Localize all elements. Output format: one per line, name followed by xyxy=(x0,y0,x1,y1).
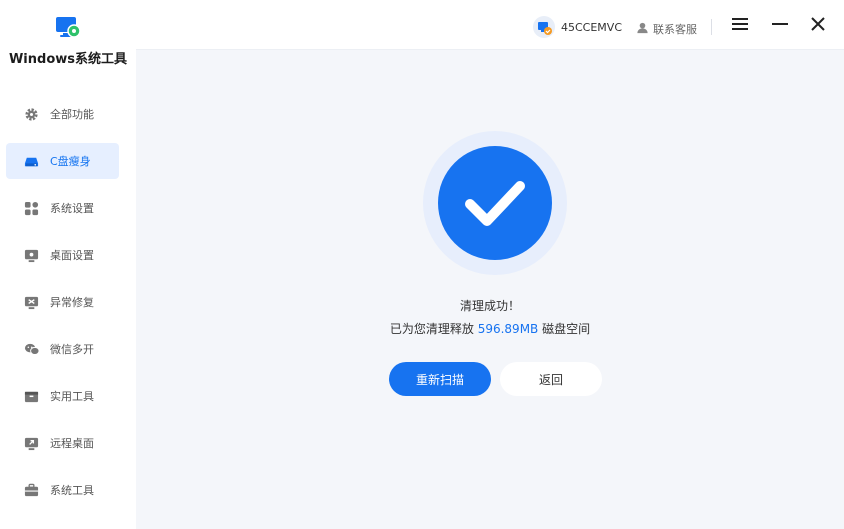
sidebar-item-desktop-settings[interactable]: 桌面设置 xyxy=(6,237,119,273)
menu-icon xyxy=(732,16,748,35)
sidebar-item-c-drive-slim[interactable]: C盘瘦身 xyxy=(6,143,119,179)
app-logo-icon xyxy=(55,14,81,40)
minimize-button[interactable] xyxy=(769,14,791,36)
main-panel: 45CCEMVC 联系客服 清理成功！ 已为您清理释放 596.89MB 磁盘空… xyxy=(136,0,844,529)
sidebar-item-label: 系统设置 xyxy=(50,202,94,215)
success-title: 清理成功！ xyxy=(459,299,520,313)
minimize-icon xyxy=(772,16,788,35)
sidebar-item-all-features[interactable]: 全部功能 xyxy=(6,96,119,132)
sidebar-item-utility-tools[interactable]: 实用工具 xyxy=(6,378,119,414)
result-suffix: 磁盘空间 xyxy=(542,322,591,336)
remote-icon xyxy=(23,435,40,452)
headset-icon xyxy=(636,19,649,38)
back-button[interactable]: 返回 xyxy=(500,362,602,396)
success-circle xyxy=(438,146,552,260)
contact-support-button[interactable]: 联系客服 xyxy=(636,19,697,38)
briefcase-icon xyxy=(23,482,40,499)
app-title: Windows系统工具 xyxy=(8,52,128,67)
title-bar: 45CCEMVC 联系客服 xyxy=(136,0,844,50)
sidebar-item-label: 远程桌面 xyxy=(50,437,94,450)
brand: Windows系统工具 xyxy=(0,14,136,67)
disk-icon xyxy=(23,153,40,170)
divider xyxy=(711,19,712,35)
gear-icon xyxy=(23,106,40,123)
result-summary: 已为您清理释放 596.89MB 磁盘空间 xyxy=(136,320,844,337)
close-button[interactable] xyxy=(807,14,829,36)
menu-button[interactable] xyxy=(729,14,751,36)
checkmark-icon xyxy=(465,181,525,226)
monitor-icon xyxy=(23,247,40,264)
wechat-icon xyxy=(23,341,40,358)
grid-icon xyxy=(23,200,40,217)
contact-support-label: 联系客服 xyxy=(653,22,697,36)
user-account[interactable]: 45CCEMVC xyxy=(533,16,622,38)
success-indicator xyxy=(423,131,567,275)
sidebar-item-label: 全部功能 xyxy=(50,108,94,121)
user-name: 45CCEMVC xyxy=(561,20,623,34)
sidebar-nav: 全部功能 C盘瘦身 系统设置 桌面设置 异常修复 微信多开 实用工具 远程桌面 … xyxy=(6,96,119,519)
sidebar-item-label: 微信多开 xyxy=(50,343,94,356)
sidebar-item-system-settings[interactable]: 系统设置 xyxy=(6,190,119,226)
sidebar-item-label: 桌面设置 xyxy=(50,249,94,262)
sidebar-item-system-tools[interactable]: 系统工具 xyxy=(6,472,119,508)
sidebar-item-label: 系统工具 xyxy=(50,484,94,497)
sidebar-item-error-repair[interactable]: 异常修复 xyxy=(6,284,119,320)
sidebar-item-label: 实用工具 xyxy=(50,390,94,403)
sidebar-item-label: 异常修复 xyxy=(50,296,94,309)
avatar xyxy=(533,16,555,38)
sidebar: Windows系统工具 全部功能 C盘瘦身 系统设置 桌面设置 异常修复 微信多… xyxy=(0,0,136,529)
sidebar-item-remote-desktop[interactable]: 远程桌面 xyxy=(6,425,119,461)
sidebar-item-label: C盘瘦身 xyxy=(50,155,91,168)
result-prefix: 已为您清理释放 xyxy=(389,322,474,336)
toolbox-icon xyxy=(23,388,40,405)
sidebar-item-wechat-multi[interactable]: 微信多开 xyxy=(6,331,119,367)
repair-icon xyxy=(23,294,40,311)
rescan-button[interactable]: 重新扫描 xyxy=(389,362,491,396)
close-icon xyxy=(811,16,825,35)
freed-space-amount: 596.89MB xyxy=(477,322,539,336)
